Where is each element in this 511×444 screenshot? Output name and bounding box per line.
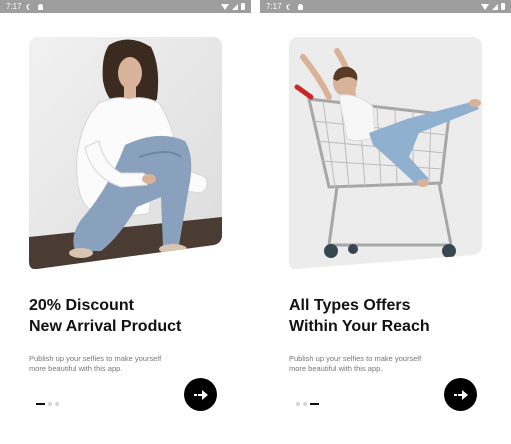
onboarding-description: Publish up your selfies to make yourself… — [289, 354, 469, 374]
bell-icon — [297, 3, 303, 10]
bell-icon — [37, 3, 43, 10]
page-indicator-dot — [55, 402, 59, 406]
description-line-1: Publish up your selfies to make yourself — [29, 354, 162, 363]
onboarding-screen-1: 7:17 20% Discount New Arrival Product Pu… — [0, 0, 251, 444]
onboarding-title: All Types Offers Within Your Reach — [289, 295, 504, 337]
wifi-icon — [481, 3, 489, 10]
signal-icon — [232, 3, 238, 10]
signal-icon — [492, 3, 498, 10]
moon-icon — [288, 4, 294, 10]
wifi-icon — [221, 3, 229, 10]
page-indicator — [296, 402, 319, 406]
shopping-cart-photo — [289, 37, 482, 269]
page-indicator-active — [310, 403, 319, 405]
page-indicator — [36, 402, 59, 406]
hero-image — [29, 37, 222, 269]
arrow-right-icon — [453, 389, 468, 400]
battery-icon — [241, 3, 245, 10]
page-indicator-dot — [296, 402, 300, 406]
model-sitting-photo — [29, 37, 222, 269]
next-button[interactable] — [444, 378, 477, 411]
page-indicator-dot — [48, 402, 52, 406]
next-button[interactable] — [184, 378, 217, 411]
hero-image — [289, 37, 482, 269]
title-line-2: Within Your Reach — [289, 318, 430, 335]
status-time: 7:17 — [6, 2, 22, 11]
onboarding-description: Publish up your selfies to make yourself… — [29, 354, 209, 374]
status-bar: 7:17 — [260, 0, 511, 13]
page-indicator-active — [36, 403, 45, 405]
description-line-2: more beautiful with this app. — [29, 364, 123, 373]
status-bar: 7:17 — [0, 0, 251, 13]
page-indicator-dot — [303, 402, 307, 406]
battery-icon — [501, 3, 505, 10]
title-line-1: All Types Offers — [289, 297, 411, 314]
description-line-2: more beautiful with this app. — [289, 364, 383, 373]
moon-icon — [28, 4, 34, 10]
status-time: 7:17 — [266, 2, 282, 11]
title-line-1: 20% Discount — [29, 297, 134, 314]
onboarding-title: 20% Discount New Arrival Product — [29, 295, 244, 337]
title-line-2: New Arrival Product — [29, 318, 182, 335]
arrow-right-icon — [193, 389, 208, 400]
description-line-1: Publish up your selfies to make yourself — [289, 354, 422, 363]
onboarding-screen-2: 7:17 All Types Offers Within Your Reach … — [260, 0, 511, 444]
